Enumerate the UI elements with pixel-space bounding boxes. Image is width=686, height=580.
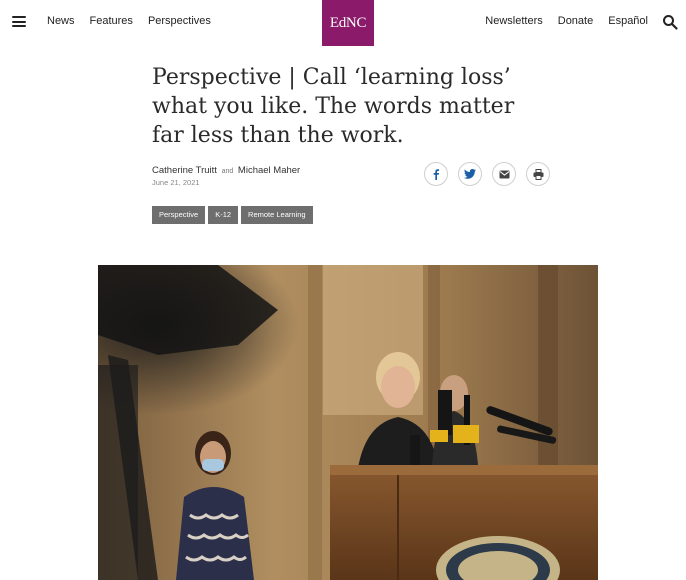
byline-conjunction: and bbox=[221, 168, 234, 175]
twitter-icon bbox=[464, 169, 476, 179]
nav-donate-link[interactable]: Donate bbox=[558, 15, 593, 27]
hero-photo bbox=[98, 265, 598, 580]
top-nav-bar: News Features Perspectives EdNC Newslett… bbox=[0, 0, 686, 46]
byline: Catherine Truitt and Michael Maher bbox=[152, 165, 300, 176]
facebook-share-button[interactable] bbox=[424, 162, 448, 186]
article-headline: Perspective | Call ‘learning loss’ what … bbox=[152, 65, 515, 148]
secondary-nav: Newsletters Donate Español bbox=[485, 15, 648, 27]
nav-newsletters-link[interactable]: Newsletters bbox=[485, 15, 542, 27]
email-icon bbox=[499, 170, 509, 178]
site-logo[interactable]: EdNC bbox=[322, 0, 374, 46]
share-buttons bbox=[424, 162, 550, 186]
print-icon bbox=[533, 168, 543, 180]
tag-perspective[interactable]: Perspective bbox=[152, 206, 206, 224]
tag-remote-learning[interactable]: Remote Learning bbox=[241, 206, 313, 224]
press-conference-illustration bbox=[98, 265, 598, 580]
tag-list: Perspective K-12 Remote Learning bbox=[152, 206, 313, 224]
nav-espanol-link[interactable]: Español bbox=[608, 15, 648, 27]
twitter-share-button[interactable] bbox=[458, 162, 482, 186]
logo-text: EdNC bbox=[329, 14, 367, 31]
facebook-icon bbox=[433, 169, 439, 180]
primary-nav: News Features Perspectives bbox=[47, 15, 211, 27]
email-share-button[interactable] bbox=[492, 162, 516, 186]
search-icon[interactable] bbox=[662, 14, 678, 30]
publish-date: June 21, 2021 bbox=[152, 178, 200, 187]
print-share-button[interactable] bbox=[526, 162, 550, 186]
author-link[interactable]: Catherine Truitt bbox=[152, 165, 217, 176]
nav-news-link[interactable]: News bbox=[47, 15, 75, 27]
nav-features-link[interactable]: Features bbox=[90, 15, 133, 27]
nav-perspectives-link[interactable]: Perspectives bbox=[148, 15, 211, 27]
author-link[interactable]: Michael Maher bbox=[238, 165, 300, 176]
hamburger-icon[interactable] bbox=[12, 16, 26, 28]
tag-k-12[interactable]: K-12 bbox=[208, 206, 239, 224]
